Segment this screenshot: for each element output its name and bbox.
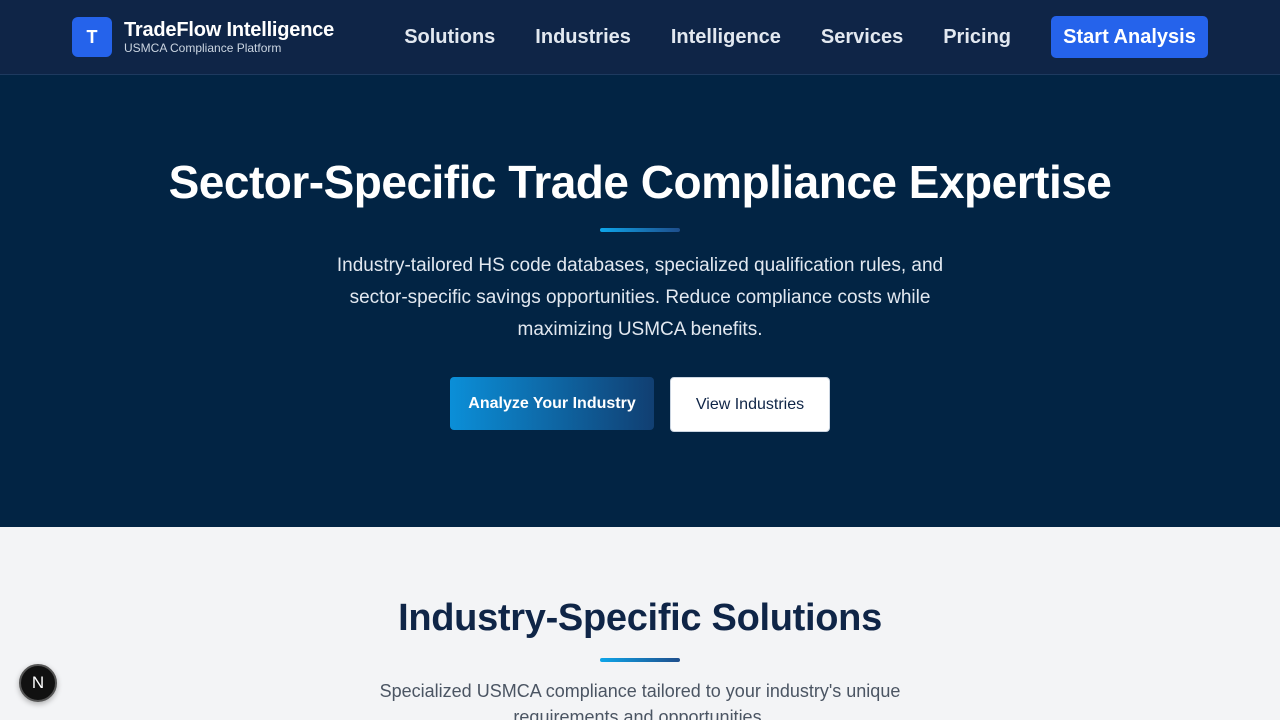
brand-text: TradeFlow Intelligence USMCA Compliance … [124, 19, 334, 56]
brand-name: TradeFlow Intelligence [124, 18, 335, 41]
hero-description: Industry-tailored HS code databases, spe… [336, 255, 944, 340]
nav-link-solutions[interactable]: Solutions [404, 26, 495, 49]
nav-link-industries[interactable]: Industries [535, 26, 631, 49]
hero-title: Sector-Specific Trade Compliance Experti… [168, 156, 1112, 208]
hero-divider [600, 228, 680, 232]
brand-logo-link[interactable]: T TradeFlow Intelligence USMCA Complianc… [72, 17, 334, 57]
view-industries-button[interactable]: View Industries [670, 377, 830, 432]
top-navbar: T TradeFlow Intelligence USMCA Complianc… [0, 0, 1280, 75]
nav-link-pricing[interactable]: Pricing [943, 26, 1011, 49]
solutions-title: Industry-Specific Solutions [398, 597, 882, 639]
nav-links: Solutions Industries Intelligence Servic… [404, 26, 1011, 49]
nav-link-services[interactable]: Services [821, 26, 903, 49]
brand-logo-icon: T [72, 17, 112, 57]
nextjs-icon[interactable]: N [19, 664, 57, 702]
hero-section: Sector-Specific Trade Compliance Experti… [0, 75, 1280, 527]
solutions-section: Industry-Specific Solutions Specialized … [0, 527, 1280, 720]
analyze-industry-button[interactable]: Analyze Your Industry [450, 377, 654, 430]
hero-buttons: Analyze Your Industry View Industries [0, 377, 1280, 432]
brand-tagline: USMCA Compliance Platform [124, 40, 282, 55]
solutions-divider [600, 658, 680, 662]
nav-link-intelligence[interactable]: Intelligence [671, 26, 781, 49]
start-analysis-button[interactable]: Start Analysis [1051, 16, 1208, 58]
solutions-description: Specialized USMCA compliance tailored to… [379, 681, 901, 720]
